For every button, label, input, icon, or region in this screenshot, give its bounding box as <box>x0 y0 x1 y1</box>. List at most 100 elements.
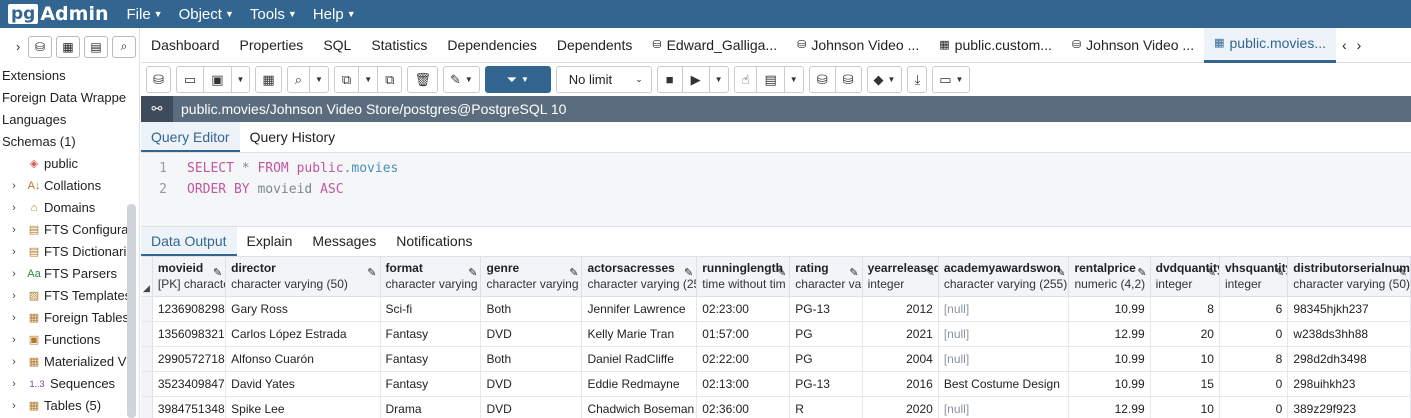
tree-item[interactable]: Languages <box>0 109 139 131</box>
copy-icon[interactable]: ⧉ <box>335 67 360 92</box>
table-cell[interactable]: Fantasy <box>381 322 482 346</box>
table-cell[interactable]: 15 <box>1151 372 1220 396</box>
chevron-right-icon[interactable]: › <box>1357 37 1362 53</box>
tab-query-history[interactable]: Query History <box>240 122 346 152</box>
explain-analyze-icon[interactable]: ▤ <box>757 67 785 92</box>
open-file-icon[interactable]: ▭ <box>177 67 205 92</box>
column-header[interactable]: distributorserialnumber character varying… <box>1288 257 1411 296</box>
edit-pencil-icon[interactable]: ✎ <box>849 266 858 279</box>
panel-tab[interactable]: Dependents <box>547 28 643 63</box>
table-cell[interactable]: [null] <box>939 397 1070 418</box>
chevron-right-icon[interactable]: › <box>8 175 20 197</box>
panel-tab[interactable]: ▦ public.custom... <box>929 28 1062 63</box>
tree-item[interactable]: Foreign Data Wrappe <box>0 87 139 109</box>
table-cell[interactable]: Both <box>481 297 583 321</box>
tree-item[interactable]: › 1..3 Sequences <box>0 373 139 395</box>
table-cell[interactable]: Spike Lee <box>226 397 381 418</box>
table-cell[interactable]: Gary Ross <box>226 297 381 321</box>
play-icon[interactable]: ▶ <box>683 67 710 92</box>
table-cell[interactable]: 299057271898 <box>153 347 227 371</box>
chevron-right-icon[interactable]: › <box>8 395 20 417</box>
filter-button[interactable]: ⏷ ▼ <box>484 66 551 93</box>
edit-pencil-icon[interactable]: ✎ <box>1137 266 1146 279</box>
table-cell[interactable]: 8 <box>1151 297 1220 321</box>
tree-item[interactable]: Extensions <box>0 65 139 87</box>
column-header[interactable]: rating character va ✎ <box>790 257 863 296</box>
table-cell[interactable]: 10.99 <box>1069 347 1151 371</box>
chevron-down-icon[interactable]: ▼ <box>310 75 328 84</box>
table-cell[interactable]: [null] <box>939 347 1070 371</box>
table-row[interactable]: 398475134893Spike LeeDramaDVDChadwich Bo… <box>141 397 1411 418</box>
table-row[interactable]: 135609832189Carlos López EstradaFantasyD… <box>141 322 1411 347</box>
column-header[interactable]: genre character varying ✎ <box>481 257 583 296</box>
chevron-right-icon[interactable]: › <box>8 263 20 285</box>
database-icon[interactable]: ⛁ <box>28 35 52 58</box>
sql-editor[interactable]: 1 SELECT * FROM public.movies 2 ORDER BY… <box>141 153 1411 227</box>
row-gutter[interactable] <box>141 322 153 346</box>
table-cell[interactable]: 0 <box>1220 322 1289 346</box>
pgadmin-logo[interactable]: pg Admin <box>8 3 109 25</box>
edit-pencil-icon[interactable]: ✎ <box>684 266 693 279</box>
panel-tab[interactable]: Statistics <box>361 28 437 63</box>
panel-tab[interactable]: ⛁ Johnson Video ... <box>787 28 929 63</box>
row-gutter[interactable] <box>141 297 153 321</box>
menu-help[interactable]: Help ▼ <box>313 6 356 23</box>
explain-icon[interactable]: ☝ <box>735 67 758 92</box>
menu-tools[interactable]: Tools ▼ <box>250 6 297 23</box>
edit-pencil-icon[interactable]: ✎ <box>1207 266 1216 279</box>
rollback-icon[interactable]: ⛁ <box>836 72 861 88</box>
row-gutter[interactable] <box>141 397 153 418</box>
connection-icon[interactable]: ⚯ <box>141 96 173 122</box>
edit-pencil-icon[interactable]: ✎ <box>213 266 222 279</box>
stop-icon[interactable]: ■ <box>658 67 683 92</box>
table-cell[interactable]: DVD <box>481 322 583 346</box>
table-cell[interactable]: 298d2dh3498 <box>1288 347 1411 371</box>
table-cell[interactable]: 6 <box>1220 297 1289 321</box>
column-header[interactable]: rentalprice numeric (4,2) ✎ <box>1069 257 1151 296</box>
panel-tab[interactable]: ⛁ Edward_Galliga... <box>642 28 787 63</box>
column-header[interactable]: director character varying (50) ✎ <box>226 257 381 296</box>
table-cell[interactable]: 2020 <box>863 397 939 418</box>
table-cell[interactable]: PG <box>790 347 863 371</box>
table-cell[interactable]: 298uihkh23 <box>1288 372 1411 396</box>
tab-data-output[interactable]: Data Output <box>141 227 237 256</box>
table-cell[interactable]: Jennifer Lawrence <box>582 297 698 321</box>
edit-pencil-icon[interactable]: ✎ <box>926 266 935 279</box>
panel-tab[interactable]: SQL <box>313 28 361 63</box>
chevron-right-icon[interactable]: › <box>8 373 20 395</box>
panel-tab[interactable]: Dashboard <box>141 28 230 63</box>
table-cell[interactable]: 02:36:00 <box>697 397 791 418</box>
table-cell[interactable]: David Yates <box>226 372 381 396</box>
edit-pencil-icon[interactable]: ✎ <box>1056 266 1065 279</box>
tab-messages[interactable]: Messages <box>302 227 386 256</box>
connection-label[interactable]: public.movies/Johnson Video Store/postgr… <box>181 101 566 117</box>
table-cell[interactable]: 10.99 <box>1069 372 1151 396</box>
table-cell[interactable]: Best Costume Design <box>939 372 1070 396</box>
table-cell[interactable]: 8 <box>1220 347 1289 371</box>
table-cell[interactable]: 98345hjkh237 <box>1288 297 1411 321</box>
table-cell[interactable]: 389z29f923 <box>1288 397 1411 418</box>
row-limit-select[interactable]: No limit ⌄ <box>555 66 652 93</box>
table-cell[interactable]: 2004 <box>863 347 939 371</box>
table-cell[interactable]: 2012 <box>863 297 939 321</box>
table-cell[interactable]: DVD <box>481 397 583 418</box>
table-cell[interactable]: 2021 <box>863 322 939 346</box>
column-header[interactable]: yearreleased integer ✎ <box>863 257 939 296</box>
edit-grid-icon[interactable]: ▦ <box>255 66 282 93</box>
tree-item[interactable]: ◈ public <box>0 153 139 175</box>
table-cell[interactable]: [null] <box>939 297 1070 321</box>
chevron-down-icon[interactable]: ▼ <box>710 75 728 84</box>
table-cell[interactable]: 352340984789 <box>153 372 227 396</box>
tree-item[interactable]: › ⌂ Domains <box>0 197 139 219</box>
edit-pencil-icon[interactable]: ✎ <box>1398 266 1407 279</box>
table-cell[interactable]: Daniel RadCliffe <box>582 347 698 371</box>
chevron-down-icon[interactable]: ▼ <box>232 75 250 84</box>
menu-file[interactable]: File ▼ <box>127 6 163 23</box>
table-cell[interactable]: 02:22:00 <box>697 347 791 371</box>
chevron-left-icon[interactable]: ‹ <box>1342 37 1347 53</box>
search-icon[interactable]: ⌕ <box>112 35 136 58</box>
chevron-left-icon[interactable]: › <box>16 39 24 54</box>
table-cell[interactable]: Eddie Redmayne <box>582 372 698 396</box>
table-cell[interactable]: 135609832189 <box>153 322 227 346</box>
table-cell[interactable]: 10 <box>1151 397 1220 418</box>
